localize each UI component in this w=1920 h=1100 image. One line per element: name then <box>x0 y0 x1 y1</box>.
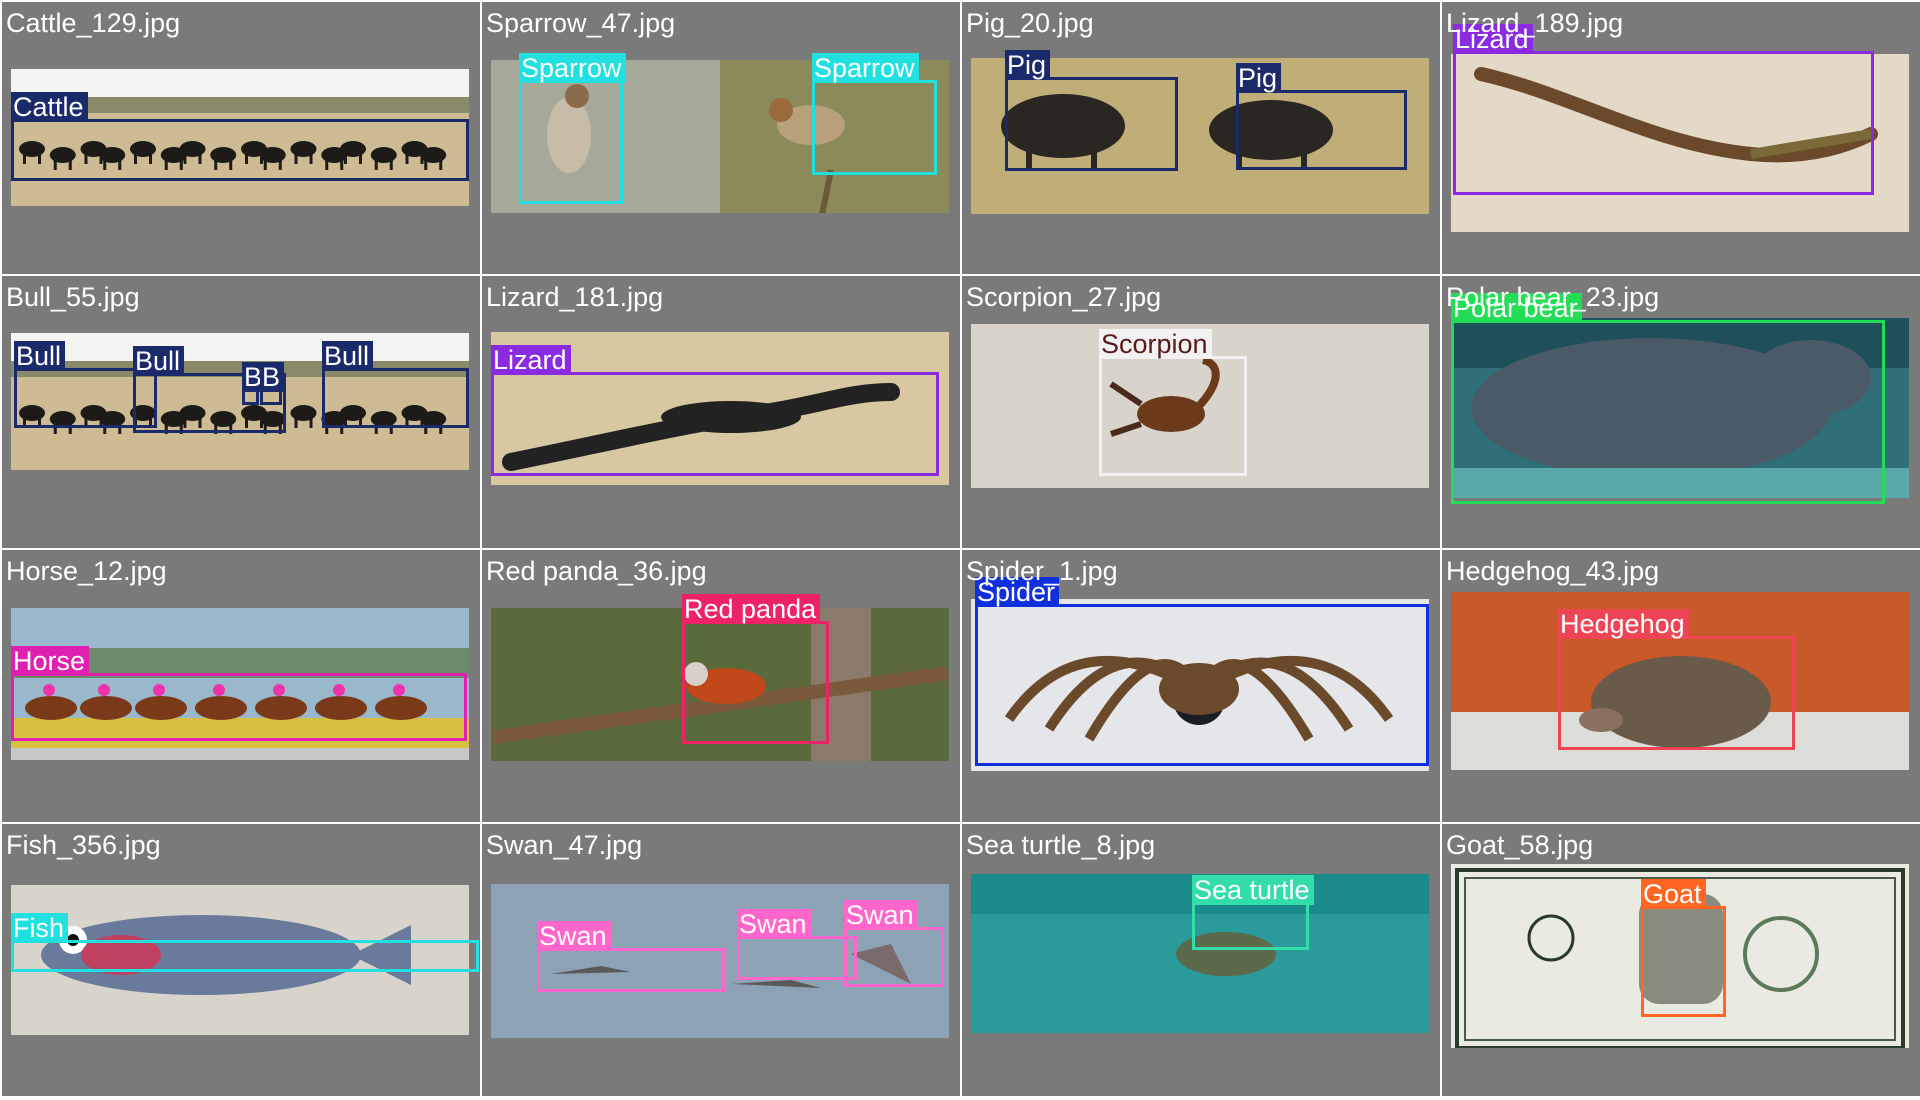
tile-filename: Lizard_181.jpg <box>486 282 664 312</box>
detection-label: Bull <box>322 341 374 371</box>
image-tile: Sea turtle_8.jpg Sea turtle <box>962 824 1440 1096</box>
detection-box: Swan <box>537 921 725 992</box>
image-tile: Scorpion_27.jpg Scorpion <box>962 276 1440 548</box>
detection-box: B <box>242 362 267 405</box>
detection-label: Swan <box>844 900 918 930</box>
detection-label: Fish <box>11 913 69 943</box>
tile-filename: Hedgehog_43.jpg <box>1446 556 1660 586</box>
tile-filename: Lizard_189.jpg <box>1446 8 1624 38</box>
detection-label: Horse <box>11 646 90 676</box>
detection-label: Bull <box>133 346 185 376</box>
image-tile: Pig_20.jpg Pig Pig <box>962 2 1440 274</box>
detection-label: Swan <box>737 909 811 939</box>
tile-filename: Sparrow_47.jpg <box>486 8 676 38</box>
detection-label: Swan <box>537 921 611 951</box>
detection-box: Polar bear <box>1451 293 1885 504</box>
detection-box: Swan <box>737 909 857 980</box>
image-tile: Red panda_36.jpg Red panda <box>482 550 960 822</box>
detection-box: Sparrow <box>812 53 937 175</box>
tile-filename: Goat_58.jpg <box>1446 830 1594 860</box>
detection-box: Spider <box>975 577 1429 766</box>
detection-label: Red panda <box>682 594 821 624</box>
detection-label: Scorpion <box>1099 329 1212 359</box>
detection-box: Sparrow <box>519 53 626 204</box>
detection-box: Lizard <box>1453 24 1874 195</box>
detection-box: Hedgehog <box>1558 609 1795 750</box>
image-tile: Goat_58.jpg Goat <box>1442 824 1920 1096</box>
image-tile: Cattle_129.jpg Cattle <box>2 2 480 274</box>
tile-filename: Horse_12.jpg <box>6 556 167 586</box>
detection-label: Goat <box>1641 879 1706 909</box>
detection-box: Horse <box>11 646 467 741</box>
tile-filename: Red panda_36.jpg <box>486 556 707 586</box>
detection-box: Lizard <box>491 345 939 476</box>
detection-box: B <box>260 362 285 405</box>
image-tile: Lizard_181.jpg Lizard <box>482 276 960 548</box>
tile-filename: Fish_356.jpg <box>6 830 161 860</box>
detection-box: Fish <box>11 913 479 972</box>
detection-box: Pig <box>1005 50 1178 171</box>
detection-box: Cattle <box>11 92 469 181</box>
detection-grid: Cattle_129.jpg Cattle Sparrow_47.jpg Sparr… <box>0 0 1920 1100</box>
detection-label: B <box>260 362 285 392</box>
tile-filename: Bull_55.jpg <box>6 282 140 312</box>
image-tile: Lizard_189.jpg Lizard <box>1442 2 1920 274</box>
detection-box: Pig <box>1236 63 1407 170</box>
detection-box: Bull <box>322 341 469 428</box>
image-tile: Spider_1.jpg Spider <box>962 550 1440 822</box>
detection-label: Hedgehog <box>1558 609 1689 639</box>
tile-filename: Swan_47.jpg <box>486 830 643 860</box>
detection-box: Sea turtle <box>1192 875 1314 950</box>
tile-filename: Scorpion_27.jpg <box>966 282 1162 312</box>
tile-filename: Pig_20.jpg <box>966 8 1094 38</box>
detection-label: Sparrow <box>812 53 919 83</box>
image-tile: Bull_55.jpg Bull Bull B B Bull <box>2 276 480 548</box>
detection-box: Goat <box>1641 879 1726 1017</box>
detection-label: Sparrow <box>519 53 626 83</box>
detection-label: Sea turtle <box>1192 875 1314 905</box>
image-tile: Swan_47.jpg Swan Swan Swan <box>482 824 960 1096</box>
detection-box: Scorpion <box>1099 329 1247 476</box>
image-tile: Fish_356.jpg Fish <box>2 824 480 1096</box>
detection-label: Cattle <box>11 92 88 122</box>
tile-filename: Polar bear_23.jpg <box>1446 282 1660 312</box>
detection-label: Pig <box>1236 63 1282 93</box>
detection-label: Lizard <box>491 345 571 375</box>
detection-label: Pig <box>1005 50 1051 80</box>
detection-label: Bull <box>14 341 66 371</box>
image-tile: Polar bear_23.jpg Polar bear <box>1442 276 1920 548</box>
tile-filename: Cattle_129.jpg <box>6 8 181 38</box>
tile-filename: Sea turtle_8.jpg <box>966 830 1156 860</box>
image-tile: Horse_12.jpg Horse <box>2 550 480 822</box>
detection-box: Red panda <box>682 594 829 744</box>
image-tile: Sparrow_47.jpg Sparrow Sparrow <box>482 2 960 274</box>
tile-filename: Spider_1.jpg <box>966 556 1118 586</box>
image-tile: Hedgehog_43.jpg Hedgehog <box>1442 550 1920 822</box>
detection-box: Swan <box>844 900 944 987</box>
